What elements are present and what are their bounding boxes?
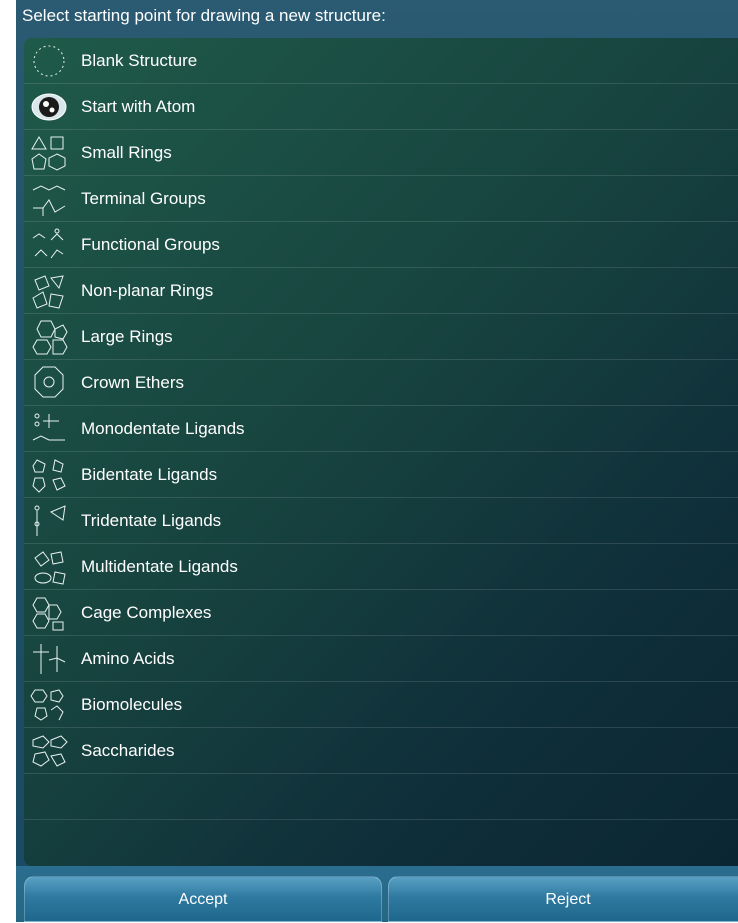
dialog-title: Select starting point for drawing a new … (22, 6, 386, 25)
list-item-label: Non-planar Rings (81, 281, 214, 300)
biomolecules-icon (29, 686, 69, 724)
empty-list-row (24, 774, 738, 820)
small-rings-icon (29, 134, 69, 172)
accept-button[interactable]: Accept (24, 876, 382, 922)
list-item-large-rings[interactable]: Large Rings (24, 314, 738, 360)
list-item-cage-complexes[interactable]: Cage Complexes (24, 590, 738, 636)
non-planar-rings-icon (29, 272, 69, 310)
list-item-label: Small Rings (81, 143, 172, 162)
list-item-label: Amino Acids (81, 649, 175, 668)
list-item-label: Monodentate Ligands (81, 419, 245, 438)
list-item-label: Crown Ethers (81, 373, 184, 392)
list-item-label: Cage Complexes (81, 603, 212, 622)
list-item-crown-ethers[interactable]: Crown Ethers (24, 360, 738, 406)
list-item-label: Large Rings (81, 327, 173, 346)
structure-template-list[interactable]: Blank Structure Start with Atom Small Ri… (24, 38, 738, 866)
saccharides-icon (29, 732, 69, 770)
amino-acids-icon (29, 640, 69, 678)
list-item-amino-acids[interactable]: Amino Acids (24, 636, 738, 682)
cage-complexes-icon (29, 594, 69, 632)
crown-ethers-icon (29, 364, 69, 402)
multidentate-ligands-icon (29, 548, 69, 586)
list-item-blank-structure[interactable]: Blank Structure (24, 38, 738, 84)
list-item-label: Multidentate Ligands (81, 557, 238, 576)
list-item-label: Bidentate Ligands (81, 465, 218, 484)
list-item-label: Tridentate Ligands (81, 511, 222, 530)
list-item-multidentate-ligands[interactable]: Multidentate Ligands (24, 544, 738, 590)
list-item-functional-groups[interactable]: Functional Groups (24, 222, 738, 268)
list-item-terminal-groups[interactable]: Terminal Groups (24, 176, 738, 222)
list-item-label: Functional Groups (81, 235, 220, 254)
list-item-start-with-atom[interactable]: Start with Atom (24, 84, 738, 130)
tridentate-ligands-icon (29, 502, 69, 540)
list-item-label: Biomolecules (81, 695, 183, 714)
functional-groups-icon (29, 226, 69, 264)
empty-list-row (24, 820, 738, 866)
terminal-groups-icon (29, 180, 69, 218)
list-item-label: Saccharides (81, 741, 175, 760)
reject-button[interactable]: Reject (388, 876, 738, 922)
list-item-label: Blank Structure (81, 51, 198, 70)
bidentate-ligands-icon (29, 456, 69, 494)
list-item-label: Terminal Groups (81, 189, 206, 208)
blank-structure-icon (29, 42, 69, 80)
list-item-saccharides[interactable]: Saccharides (24, 728, 738, 774)
list-item-small-rings[interactable]: Small Rings (24, 130, 738, 176)
list-item-monodentate-ligands[interactable]: Monodentate Ligands (24, 406, 738, 452)
list-item-biomolecules[interactable]: Biomolecules (24, 682, 738, 728)
list-item-non-planar-rings[interactable]: Non-planar Rings (24, 268, 738, 314)
atom-icon (29, 88, 69, 126)
list-item-label: Start with Atom (81, 97, 196, 116)
large-rings-icon (29, 318, 69, 356)
monodentate-ligands-icon (29, 410, 69, 448)
list-item-bidentate-ligands[interactable]: Bidentate Ligands (24, 452, 738, 498)
list-item-tridentate-ligands[interactable]: Tridentate Ligands (24, 498, 738, 544)
